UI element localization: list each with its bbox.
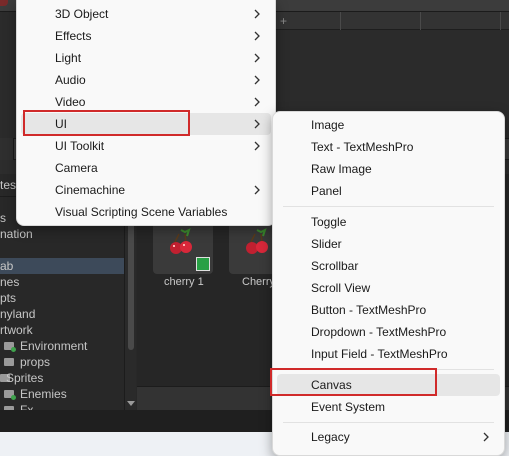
scrollbar-thumb[interactable]	[128, 210, 134, 350]
menu-item-audio[interactable]: Audio	[21, 69, 271, 91]
tree-item[interactable]: pts	[0, 290, 124, 306]
submenu-item-slider[interactable]: Slider	[277, 233, 500, 255]
menu-item-visual-scripting-scene-variables[interactable]: Visual Scripting Scene Variables	[21, 201, 271, 223]
add-icon[interactable]: +	[280, 14, 287, 28]
menu-separator	[283, 369, 494, 370]
menu-item-light[interactable]: Light	[21, 47, 271, 69]
tree-item[interactable]: Sprites	[0, 370, 124, 386]
tree-item[interactable]: rtwork	[0, 322, 124, 338]
menu-item-ui-toolkit[interactable]: UI Toolkit	[21, 135, 271, 157]
menu-item-3d-object[interactable]: 3D Object	[21, 3, 271, 25]
chevron-right-icon	[483, 432, 489, 442]
asset-label: Cherry	[242, 276, 276, 288]
menu-item-camera[interactable]: Camera	[21, 157, 271, 179]
submenu-item-event-system[interactable]: Event System	[277, 396, 500, 418]
submenu-item-panel[interactable]: Panel	[277, 180, 500, 202]
submenu-item-scroll-view[interactable]: Scroll View	[277, 277, 500, 299]
submenu-item-scrollbar[interactable]: Scrollbar	[277, 255, 500, 277]
folder-icon	[4, 342, 16, 352]
menu-separator	[283, 422, 494, 423]
folder-icon	[4, 390, 16, 400]
chevron-right-icon	[254, 31, 260, 41]
menu-item-effects[interactable]: Effects	[21, 25, 271, 47]
chevron-right-icon	[254, 9, 260, 19]
cherry-icon	[170, 228, 192, 254]
submenu-item-legacy[interactable]: Legacy	[277, 426, 500, 448]
chevron-right-icon	[254, 185, 260, 195]
asset-label: cherry 1	[164, 276, 204, 288]
submenu-item-canvas[interactable]: Canvas	[277, 374, 500, 396]
chevron-right-icon	[254, 119, 260, 129]
submenu-item-image[interactable]: Image	[277, 114, 500, 136]
menu-item-cinemachine[interactable]: Cinemachine	[21, 179, 271, 201]
asset-thumbnail[interactable]	[153, 222, 213, 274]
submenu-item-button-textmeshpro[interactable]: Button - TextMeshPro	[277, 299, 500, 321]
create-context-menu: 3D Object Effects Light Audio Video UI U…	[16, 0, 276, 226]
prefab-badge-icon	[196, 257, 210, 271]
cherry-icon	[246, 228, 268, 254]
submenu-item-text-textmeshpro[interactable]: Text - TextMeshPro	[277, 136, 500, 158]
submenu-item-input-field-textmeshpro[interactable]: Input Field - TextMeshPro	[277, 343, 500, 365]
menu-item-video[interactable]: Video	[21, 91, 271, 113]
scroll-down-icon[interactable]	[127, 401, 135, 406]
tree-item[interactable]: nation	[0, 226, 124, 242]
chevron-right-icon	[254, 97, 260, 107]
tree-item-selected[interactable]: ab	[0, 258, 124, 274]
tree-item[interactable]: nes	[0, 274, 124, 290]
menu-item-ui[interactable]: UI	[21, 113, 271, 135]
submenu-item-dropdown-textmeshpro[interactable]: Dropdown - TextMeshPro	[277, 321, 500, 343]
breadcrumb[interactable]: tes	[0, 178, 16, 192]
folder-icon	[4, 358, 14, 366]
submenu-item-toggle[interactable]: Toggle	[277, 211, 500, 233]
chevron-right-icon	[254, 141, 260, 151]
chevron-right-icon	[254, 53, 260, 63]
panel-tab[interactable]	[0, 138, 14, 160]
chevron-right-icon	[254, 75, 260, 85]
tree-item[interactable]: props	[0, 354, 124, 370]
submenu-item-raw-image[interactable]: Raw Image	[277, 158, 500, 180]
timeline-ruler	[270, 12, 509, 30]
menu-separator	[283, 206, 494, 207]
ui-submenu: Image Text - TextMeshPro Raw Image Panel…	[272, 111, 505, 456]
tree-item[interactable]: nyland	[0, 306, 124, 322]
tree-item[interactable]: Environment	[0, 338, 124, 354]
tree-item[interactable]	[0, 242, 124, 258]
tree-item[interactable]: Enemies	[0, 386, 124, 402]
